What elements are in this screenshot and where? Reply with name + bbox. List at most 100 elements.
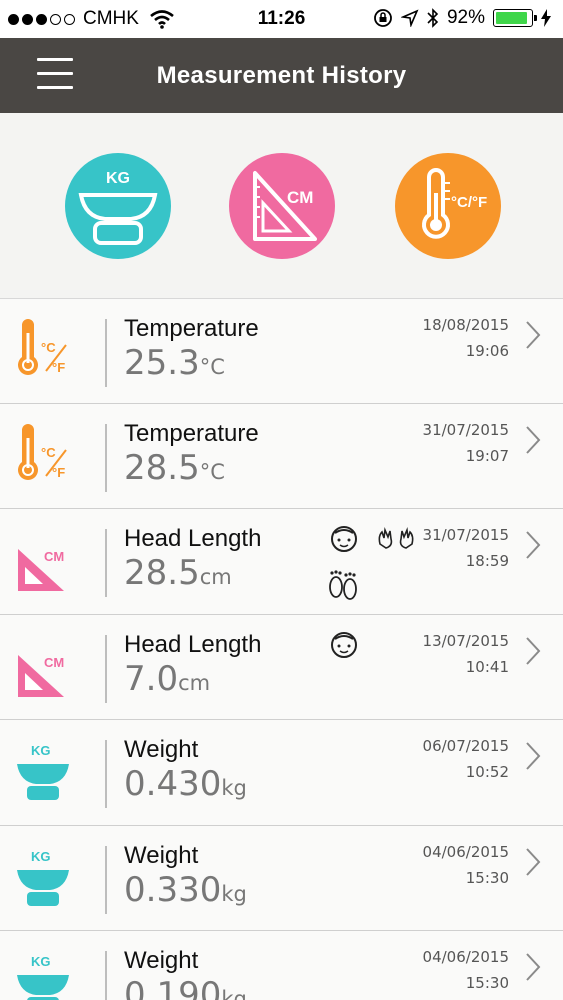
measurement-date: 04/06/2015 [422,842,509,861]
measurement-value: 28.5°C [124,448,225,488]
kg-category-label: KG [106,170,130,187]
measurement-unit: kg [221,987,247,1000]
measurement-time: 10:52 [465,763,509,781]
chevron-right-icon [526,636,541,665]
measurement-unit: cm [199,565,232,589]
baby-face-icon [326,631,362,664]
measurement-row[interactable]: KG Weight 0.190kg 04/06/2015 15:30 [0,931,563,1000]
measurement-date: 31/07/2015 [422,526,509,544]
measurement-name: Head Length [124,525,262,552]
baby-face-icon [326,525,362,558]
measurement-value: 7.0cm [124,659,210,699]
row-divider [105,529,107,597]
measurement-unit: kg [221,776,247,800]
measurement-unit: kg [221,881,247,906]
status-bar: CMHK 11:26 92% [0,0,563,38]
page-title: Measurement History [156,62,407,89]
weighing-scale-icon: KG [14,740,80,806]
row-divider [105,740,107,808]
measurement-number: 0.190 [124,975,222,1000]
measurement-date: 04/06/2015 [422,948,509,966]
measurement-date: 31/07/2015 [422,420,509,439]
svg-text:°C: °C [41,445,56,460]
measurement-time: 18:59 [465,552,509,570]
ruler-triangle-icon: CM [14,529,80,595]
measurement-time: 15:30 [465,974,509,992]
measurement-number: 0.430 [124,764,222,804]
measurement-row[interactable]: KG Weight 0.430kg 06/07/2015 10:52 [0,720,563,826]
feet-icon [326,567,360,606]
ruler-triangle-icon: CM [14,635,80,701]
measurement-date: 06/07/2015 [422,737,509,755]
bluetooth-icon [427,8,439,28]
battery-icon [493,9,537,27]
measurement-time: 15:30 [465,868,509,887]
svg-text:°F: °F [52,465,65,480]
measurement-date: 13/07/2015 [422,631,509,650]
measurement-unit: cm [178,670,211,695]
weighing-scale-icon: KG [78,170,158,245]
svg-text:°F: °F [52,360,65,375]
svg-text:KG: KG [31,849,51,864]
measurement-time: 19:06 [465,342,509,360]
hands-icon [376,526,416,555]
thermometer-icon: °C °F [14,423,80,490]
measurement-date: 18/08/2015 [422,316,509,334]
rotation-lock-icon [374,9,392,27]
measurement-number: 28.5 [124,553,200,593]
row-divider [105,951,107,1000]
thermometer-icon: °C °F [14,319,80,385]
svg-text:CM: CM [44,655,64,670]
measurement-name: Weight [124,841,199,869]
chevron-right-icon [526,953,541,981]
length-category-button[interactable]: CM [229,153,335,259]
row-divider [105,845,107,914]
measurement-number: 0.330 [124,869,222,910]
measurement-name: Temperature [124,419,259,447]
row-divider [105,634,107,703]
chevron-right-icon [526,742,541,770]
measurement-value: 28.5cm [124,553,232,593]
measurement-row[interactable]: KG Weight 0.330kg 04/06/2015 15:30 [0,825,563,931]
chevron-right-icon [526,531,541,559]
cm-category-label: CM [287,188,313,207]
svg-text:KG: KG [31,743,51,758]
measurement-unit: °C [199,459,225,484]
location-arrow-icon [400,9,419,27]
measurement-value: 0.190kg [124,975,247,1000]
measurement-row[interactable]: °C °F Temperature 28.5°C 31/07/2015 19:07 [0,403,563,509]
thermometer-icon: °C/°F [422,168,487,239]
measurement-value: 0.330kg [124,870,247,910]
measurement-list: °C °F Temperature 25.3°C 18/08/2015 19:06 °C °F… [0,298,563,1000]
measurement-time: 19:07 [465,446,509,465]
measurement-value: 0.430kg [124,764,247,804]
measurement-number: 28.5 [124,447,200,488]
measurement-number: 25.3 [124,343,200,383]
row-divider [105,423,107,492]
svg-text:KG: KG [31,954,51,969]
row-divider [105,319,107,387]
measurement-row[interactable]: CM Head Length 28.5cm 31/07/2015 18:59 [0,509,563,615]
measurement-name: Weight [124,947,199,974]
svg-text:°C: °C [41,340,56,355]
measurement-name: Weight [124,736,199,763]
navigation-bar: Measurement History [0,38,563,113]
measurement-name: Head Length [124,630,262,658]
temp-category-label: °C/°F [451,194,487,211]
measurement-value: 25.3°C [124,343,225,383]
ruler-triangle-icon: CM [253,171,317,241]
chevron-right-icon [526,321,541,349]
battery-percent: 92% [446,7,485,28]
measurement-number: 7.0 [124,658,179,699]
weighing-scale-icon: KG [14,951,80,1000]
weight-category-button[interactable]: KG [65,153,171,259]
measurement-unit: °C [199,355,225,379]
svg-text:CM: CM [44,549,64,564]
weighing-scale-icon: KG [14,846,80,912]
charging-bolt-icon [541,9,551,27]
measurement-time: 10:41 [465,657,509,676]
temperature-category-button[interactable]: °C/°F [395,153,501,259]
measurement-row[interactable]: °C °F Temperature 25.3°C 18/08/2015 19:06 [0,298,563,404]
chevron-right-icon [526,847,541,876]
measurement-row[interactable]: CM Head Length 7.0cm 13/07/2015 10:41 [0,614,563,720]
